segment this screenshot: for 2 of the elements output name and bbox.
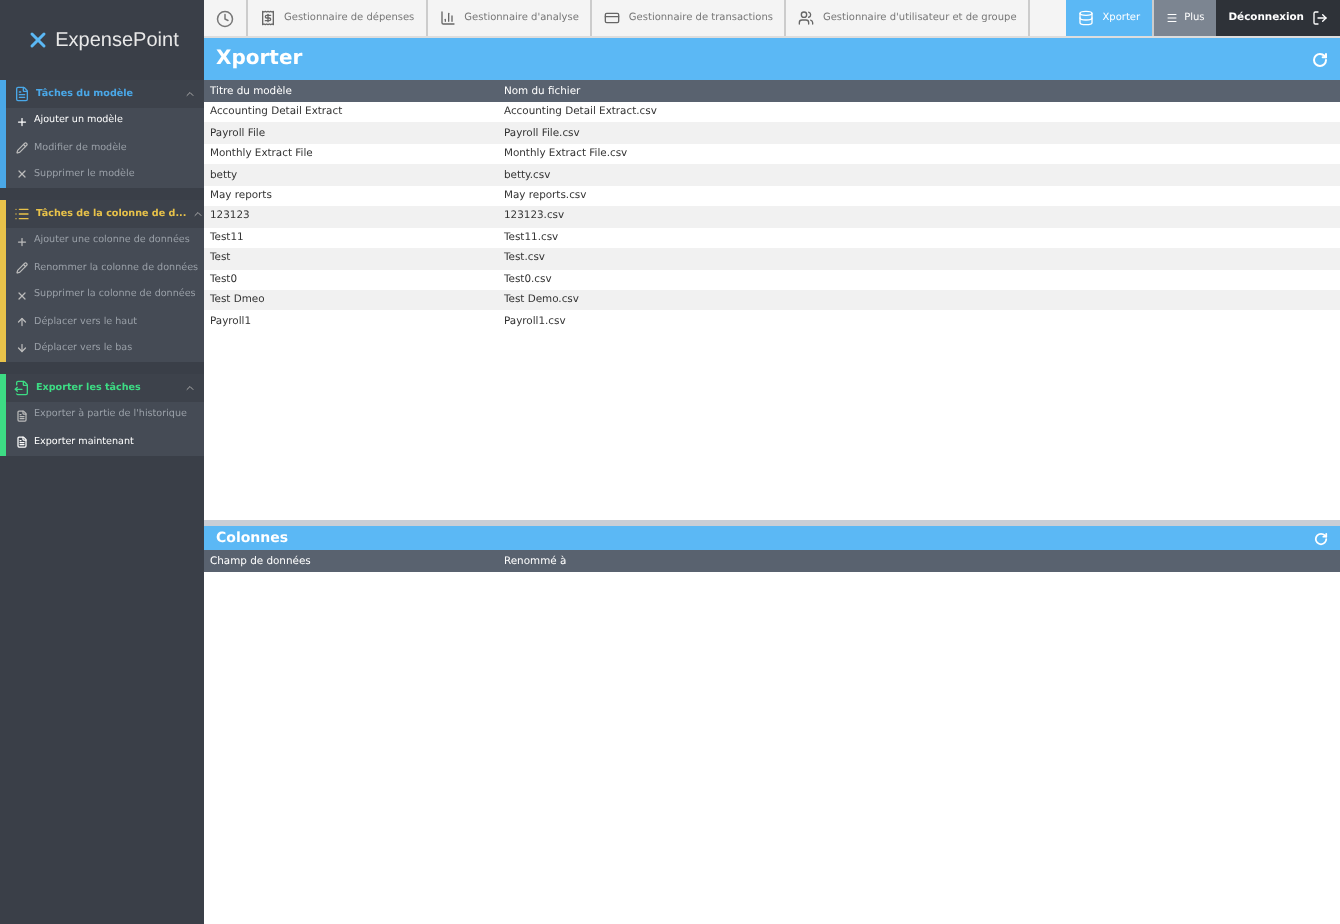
- page-title: Xporter: [216, 48, 303, 70]
- app-logo: ExpensePoint: [55, 29, 179, 51]
